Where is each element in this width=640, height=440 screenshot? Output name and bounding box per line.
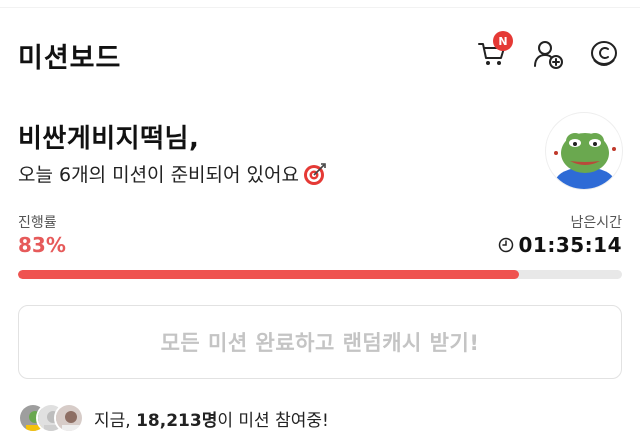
add-friend-button[interactable] [530, 36, 566, 72]
cart-button[interactable]: N [474, 31, 513, 72]
clock-icon [498, 237, 513, 253]
participants-suffix: 이 미션 참여중! [217, 410, 329, 431]
add-user-icon [534, 41, 563, 69]
greeting-subtitle-row: 오늘 6개의 미션이 준비되어 있어요 [18, 160, 327, 187]
participant-avatar [54, 403, 84, 433]
progress-value: 83% [18, 233, 66, 257]
claim-random-cash-button[interactable]: 모든 미션 완료하고 랜덤캐시 받기! [18, 305, 622, 379]
cash-button[interactable] [586, 36, 622, 72]
avatar[interactable] [545, 112, 623, 190]
time-remaining: 01:35:14 [498, 233, 623, 257]
header: 미션보드 N [0, 24, 640, 84]
status-bar [0, 0, 640, 8]
page-title: 미션보드 [18, 43, 122, 74]
participants-text: 지금, 18,213명이 미션 참여중! [94, 406, 329, 431]
progress-bar [18, 270, 622, 279]
time-remaining-value: 01:35:14 [518, 233, 622, 257]
progress-bar-fill [18, 270, 520, 279]
time-remaining-label: 남은시간 [570, 215, 622, 231]
greeting-subtitle: 오늘 6개의 미션이 준비되어 있어요 [18, 164, 299, 186]
target-icon [303, 162, 326, 185]
participants-prefix: 지금, [94, 410, 137, 431]
coin-icon [591, 41, 617, 66]
progress-label: 진행률 [18, 215, 57, 231]
frog-avatar-image [554, 133, 616, 189]
greeting-name: 비싼게비지떡님, [18, 124, 200, 154]
participants-row: 지금, 18,213명이 미션 참여중! [18, 402, 329, 434]
cart-new-badge: N [493, 31, 513, 51]
participants-count: 18,213명 [136, 410, 218, 431]
